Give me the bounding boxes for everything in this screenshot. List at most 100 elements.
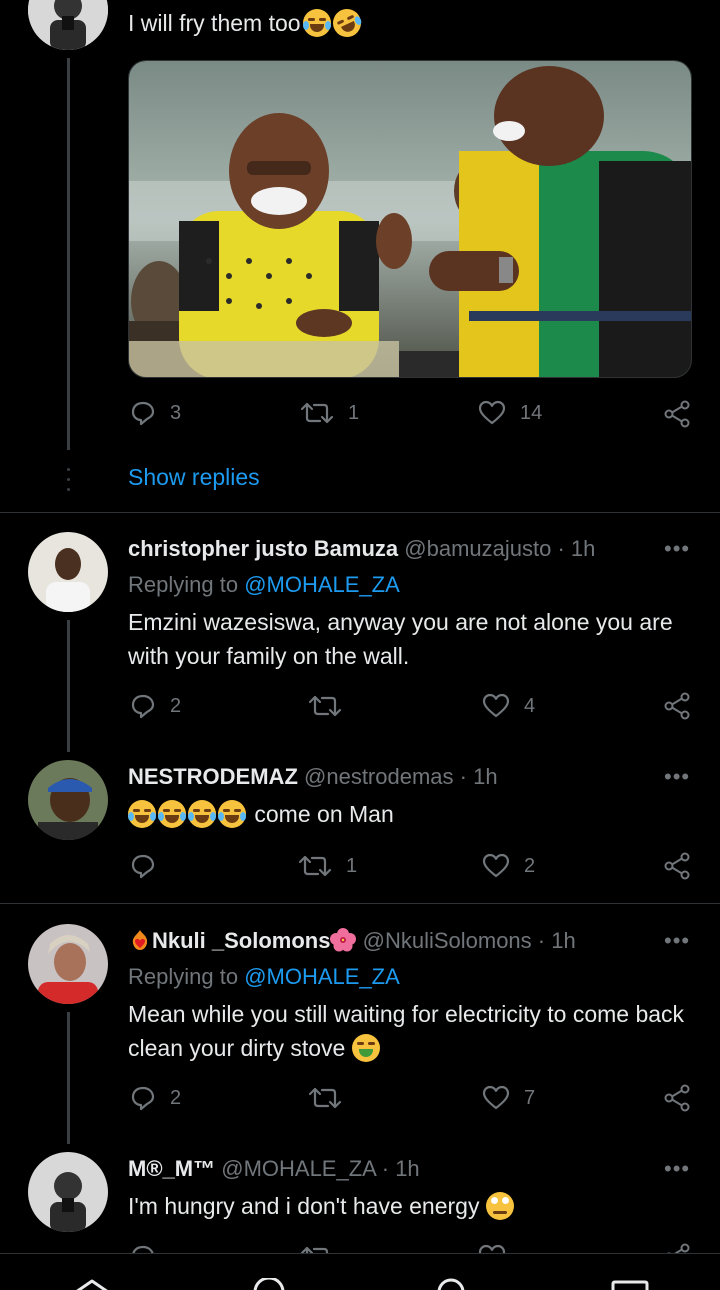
- reply-icon: [131, 401, 155, 426]
- user-handle[interactable]: @NkuliSolomons: [363, 928, 532, 953]
- heart-icon: [482, 853, 510, 878]
- reply-count: 3: [170, 401, 182, 424]
- avatar[interactable]: [28, 532, 108, 612]
- reply-icon: [131, 1086, 155, 1111]
- search-icon[interactable]: [252, 1278, 286, 1290]
- divider: [0, 512, 720, 513]
- thread-line: [67, 1012, 70, 1144]
- timestamp: · 1h: [381, 1156, 420, 1181]
- share-button[interactable]: [664, 692, 692, 720]
- share-icon: [664, 1084, 690, 1112]
- heart-icon: [482, 1085, 510, 1110]
- more-options-button[interactable]: •••: [664, 928, 690, 954]
- tweet-text-content: Mean while you still waiting for electri…: [128, 1001, 685, 1061]
- avatar[interactable]: [28, 0, 108, 50]
- retweet-icon: [300, 402, 334, 424]
- rolling-laughing-icon: [327, 4, 366, 42]
- retweet-button[interactable]: [308, 693, 342, 719]
- avatar[interactable]: [28, 1152, 108, 1232]
- user-handle[interactable]: @MOHALE_ZA: [221, 1156, 375, 1181]
- tweet-text: Mean while you still waiting for electri…: [128, 997, 698, 1065]
- avatar[interactable]: [28, 924, 108, 1004]
- timestamp: · 1h: [537, 928, 576, 953]
- tears-of-joy-icon: [188, 800, 216, 828]
- user-handle[interactable]: @bamuzajusto: [404, 536, 551, 561]
- like-button[interactable]: 4: [482, 693, 535, 719]
- share-button[interactable]: [664, 1243, 692, 1253]
- more-options-button[interactable]: •••: [664, 1156, 690, 1182]
- like-button[interactable]: [478, 1244, 506, 1253]
- reply-count: 2: [170, 694, 182, 717]
- display-name[interactable]: M®_M™: [128, 1156, 215, 1181]
- rolling-eyes-icon: [485, 1192, 514, 1220]
- reply-icon: [131, 854, 155, 879]
- reply-button[interactable]: [130, 1244, 156, 1253]
- messages-icon[interactable]: [610, 1280, 650, 1290]
- thread-dot: [67, 488, 70, 491]
- show-replies-link[interactable]: Show replies: [128, 464, 260, 491]
- mention-link[interactable]: @MOHALE_ZA: [244, 572, 400, 597]
- tears-of-joy-icon: [218, 800, 246, 828]
- retweet-icon: [308, 1087, 342, 1109]
- share-icon: [664, 852, 690, 880]
- like-count: 14: [520, 401, 543, 424]
- tweet-text: come on Man: [128, 797, 698, 831]
- mention-link[interactable]: @MOHALE_ZA: [244, 964, 400, 989]
- reply-button[interactable]: 3: [130, 400, 181, 426]
- divider: [0, 903, 720, 904]
- display-name[interactable]: Nkuli _Solomons: [152, 928, 330, 953]
- like-count: 2: [524, 854, 536, 877]
- reply-button[interactable]: [130, 853, 156, 879]
- like-count: 4: [524, 694, 536, 717]
- like-button[interactable]: 2: [482, 853, 535, 879]
- replying-to: Replying to @MOHALE_ZA: [128, 962, 400, 992]
- notifications-icon[interactable]: [436, 1278, 466, 1290]
- replying-to: Replying to @MOHALE_ZA: [128, 570, 400, 600]
- tweet-text: I'm hungry and i don't have energy: [128, 1189, 698, 1223]
- more-options-button[interactable]: •••: [664, 764, 690, 790]
- reply-button[interactable]: 2: [130, 1085, 181, 1111]
- like-button[interactable]: 14: [478, 400, 542, 426]
- tweet-text-content: come on Man: [254, 801, 394, 827]
- share-icon: [664, 400, 690, 428]
- bottom-nav: [0, 1253, 720, 1290]
- thread-dot: [67, 468, 70, 471]
- tweet-photo[interactable]: [128, 60, 692, 378]
- user-handle[interactable]: @nestrodemas: [304, 764, 454, 789]
- tweet-text: Emzini wazesiswa, anyway you are not alo…: [128, 609, 673, 669]
- share-button[interactable]: [664, 1084, 692, 1112]
- retweet-count: 1: [348, 401, 360, 424]
- display-name[interactable]: NESTRODEMAZ: [128, 764, 298, 789]
- reply-count: 2: [170, 1086, 182, 1109]
- replying-to-label: Replying to: [128, 572, 245, 597]
- avatar[interactable]: [28, 760, 108, 840]
- face-vomiting-icon: [351, 1034, 380, 1062]
- retweet-button[interactable]: [308, 1085, 342, 1111]
- thread-line: [67, 58, 70, 450]
- retweet-button[interactable]: 1: [298, 853, 357, 879]
- share-button[interactable]: [664, 852, 692, 880]
- more-options-button[interactable]: •••: [664, 536, 690, 562]
- retweet-button[interactable]: 1: [300, 400, 359, 426]
- retweet-icon: [300, 1246, 329, 1253]
- tweet-text: I will fry them too: [128, 4, 698, 42]
- home-icon[interactable]: [72, 1278, 112, 1290]
- reply-icon: [131, 694, 155, 719]
- reply-button[interactable]: 2: [130, 693, 181, 719]
- tears-of-joy-icon: [128, 800, 156, 828]
- tears-of-joy-icon: [302, 9, 331, 37]
- replying-to-label: Replying to: [128, 964, 245, 989]
- tears-of-joy-icon: [158, 800, 186, 828]
- retweet-button[interactable]: [300, 1244, 334, 1253]
- share-icon: [666, 1243, 690, 1253]
- tweet-header: NESTRODEMAZ @nestrodemas · 1h: [128, 762, 498, 792]
- reply-icon: [132, 1245, 154, 1253]
- like-button[interactable]: 7: [482, 1085, 535, 1111]
- heart-icon: [478, 1244, 506, 1253]
- timestamp: · 1h: [459, 764, 498, 789]
- display-name[interactable]: christopher justo Bamuza: [128, 536, 398, 561]
- tweet-header: christopher justo Bamuza @bamuzajusto · …: [128, 534, 595, 564]
- share-button[interactable]: [664, 400, 692, 428]
- tweet-text-content: I will fry them too: [128, 10, 301, 36]
- retweet-icon: [298, 855, 332, 877]
